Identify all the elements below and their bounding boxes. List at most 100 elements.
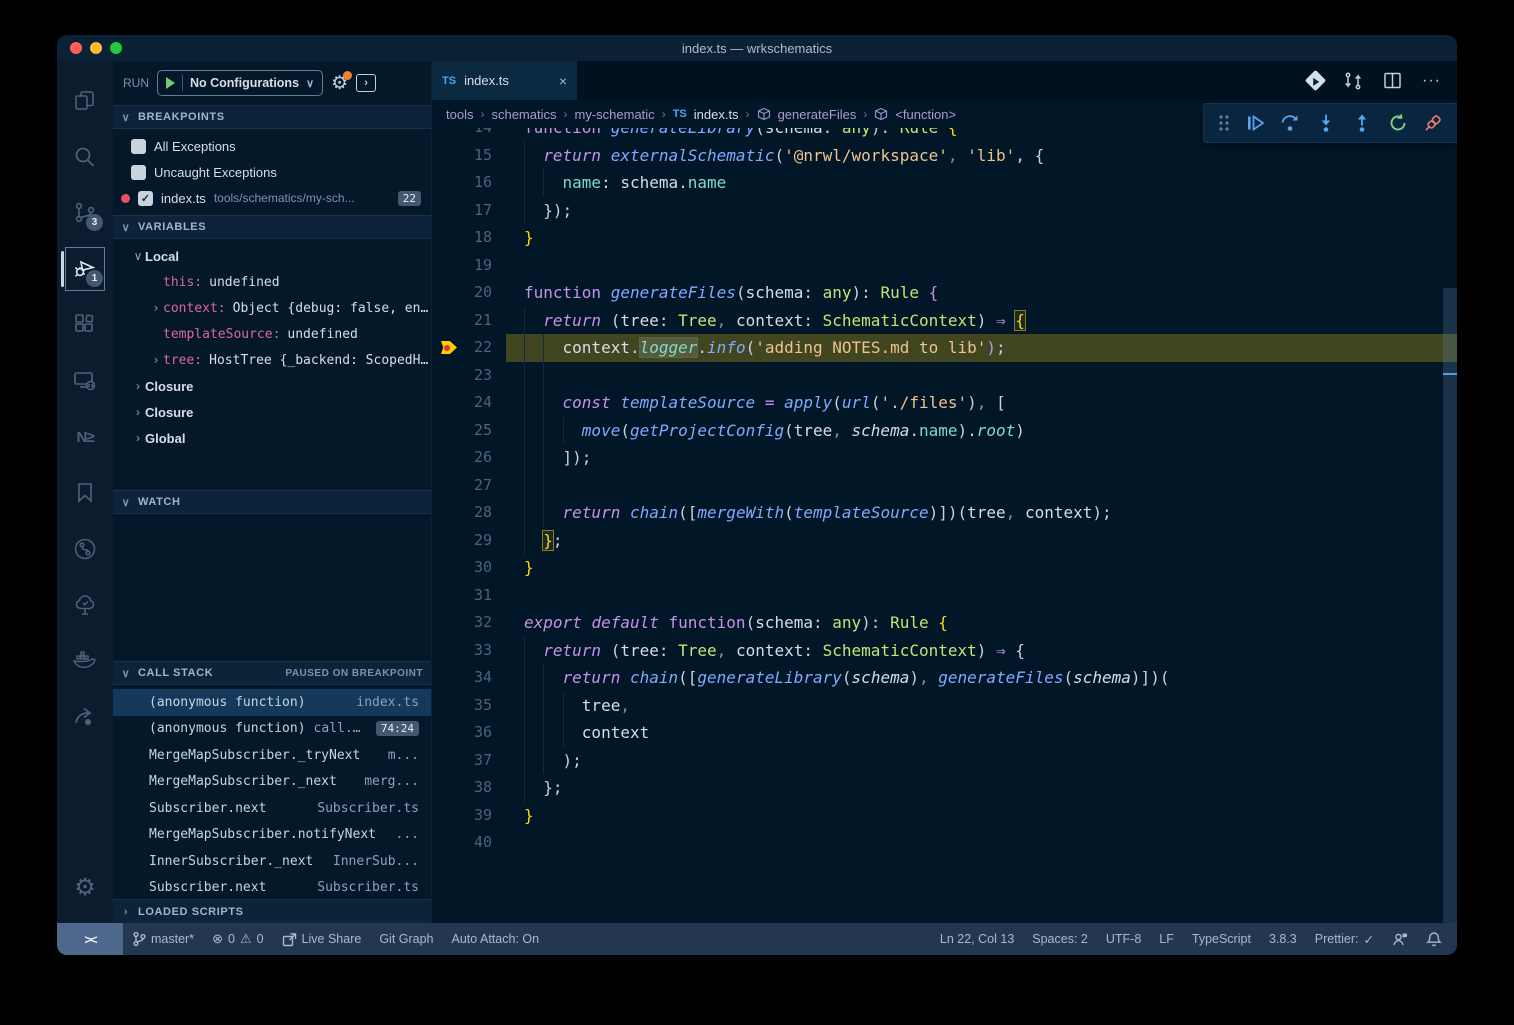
split-editor-icon[interactable] bbox=[1383, 71, 1402, 90]
gutter[interactable]: 16 bbox=[432, 169, 524, 197]
gutter[interactable]: 34 bbox=[432, 664, 524, 692]
code-line-24[interactable]: 24const templateSource = apply(url('./fi… bbox=[432, 389, 1457, 417]
gutter[interactable]: 36 bbox=[432, 719, 524, 747]
breadcrumb-item[interactable]: generateFiles bbox=[778, 107, 857, 122]
code-line-35[interactable]: 35tree, bbox=[432, 692, 1457, 720]
call-stack-section-header[interactable]: ∨ CALL STACK PAUSED ON BREAKPOINT bbox=[113, 661, 431, 685]
breakpoint-index-ts[interactable]: ✓ index.ts tools/schematics/my-sch... 22 bbox=[113, 185, 431, 211]
breadcrumb-item[interactable]: tools bbox=[446, 107, 473, 122]
stack-frame[interactable]: InnerSubscriber._next InnerSub... bbox=[113, 848, 431, 875]
notifications-bell-icon[interactable] bbox=[1417, 923, 1451, 955]
code-line-31[interactable]: 31 bbox=[432, 582, 1457, 610]
gutter[interactable]: 33 bbox=[432, 637, 524, 665]
variable-templateSource[interactable]: templateSource: undefined bbox=[113, 321, 431, 347]
code-line-23[interactable]: 23 bbox=[432, 362, 1457, 390]
stack-frame[interactable]: Subscriber.next Subscriber.ts bbox=[113, 795, 431, 822]
git-graph-icon[interactable] bbox=[61, 523, 109, 575]
code-line-19[interactable]: 19 bbox=[432, 252, 1457, 280]
code-line-30[interactable]: 30} bbox=[432, 554, 1457, 582]
loaded-scripts-section-header[interactable]: › LOADED SCRIPTS bbox=[113, 899, 431, 923]
code-line-21[interactable]: 21return (tree: Tree, context: Schematic… bbox=[432, 307, 1457, 335]
tab-index-ts[interactable]: TS index.ts × bbox=[432, 61, 577, 100]
indentation-status[interactable]: Spaces: 2 bbox=[1023, 923, 1097, 955]
code-line-40[interactable]: 40 bbox=[432, 829, 1457, 857]
watch-section-header[interactable]: ∨ WATCH bbox=[113, 490, 431, 514]
git-branch-status[interactable]: master* bbox=[123, 923, 203, 955]
chevron-right-icon[interactable]: › bbox=[149, 353, 163, 367]
gutter[interactable]: 31 bbox=[432, 582, 524, 610]
chevron-right-icon[interactable]: › bbox=[149, 301, 163, 315]
code-line-16[interactable]: 16name: schema.name bbox=[432, 169, 1457, 197]
start-debug-icon[interactable] bbox=[166, 77, 175, 89]
vertical-scrollbar[interactable] bbox=[1443, 288, 1457, 923]
code-editor[interactable]: 14function generateLibrary(schema: any):… bbox=[432, 128, 1457, 923]
language-mode-status[interactable]: TypeScript bbox=[1183, 923, 1260, 955]
remote-indicator[interactable]: >< bbox=[57, 923, 123, 955]
code-line-27[interactable]: 27 bbox=[432, 472, 1457, 500]
nx-console-icon[interactable]: N≥ bbox=[61, 411, 109, 463]
gutter[interactable]: 28 bbox=[432, 499, 524, 527]
debug-console-icon[interactable]: › bbox=[356, 74, 376, 92]
code-line-18[interactable]: 18} bbox=[432, 224, 1457, 252]
restart-icon[interactable] bbox=[1387, 112, 1409, 134]
gutter[interactable]: 39 bbox=[432, 802, 524, 830]
scope-global[interactable]: › Global bbox=[113, 425, 431, 451]
search-icon[interactable] bbox=[61, 131, 109, 183]
stack-frame[interactable]: (anonymous function) call.js 74:24 bbox=[113, 716, 431, 743]
gutter[interactable]: 23 bbox=[432, 362, 524, 390]
cursor-position-status[interactable]: Ln 22, Col 13 bbox=[931, 923, 1023, 955]
step-over-icon[interactable] bbox=[1279, 112, 1301, 134]
gutter[interactable]: 35 bbox=[432, 692, 524, 720]
gutter[interactable]: 26 bbox=[432, 444, 524, 472]
drag-handle[interactable] bbox=[1218, 114, 1230, 132]
bookmarks-icon[interactable] bbox=[61, 467, 109, 519]
code-line-38[interactable]: 38}; bbox=[432, 774, 1457, 802]
stack-frame[interactable]: Subscriber.next Subscriber.ts bbox=[113, 875, 431, 902]
run-debug-icon[interactable]: 1 bbox=[61, 243, 109, 295]
breadcrumb-item[interactable]: <function> bbox=[895, 107, 956, 122]
disconnect-icon[interactable] bbox=[1422, 112, 1444, 134]
gutter[interactable]: 27 bbox=[432, 472, 524, 500]
variable-tree[interactable]: › tree: HostTree {_backend: ScopedH… bbox=[113, 347, 431, 373]
breadcrumb-item[interactable]: index.ts bbox=[694, 107, 739, 122]
test-explorer-icon[interactable] bbox=[61, 579, 109, 631]
step-out-icon[interactable] bbox=[1351, 112, 1373, 134]
live-share-status[interactable]: Live Share bbox=[273, 923, 371, 955]
share-icon[interactable] bbox=[61, 691, 109, 743]
code-line-33[interactable]: 33return (tree: Tree, context: Schematic… bbox=[432, 637, 1457, 665]
code-line-25[interactable]: 25move(getProjectConfig(tree, schema.nam… bbox=[432, 417, 1457, 445]
code-line-34[interactable]: 34return chain([generateLibrary(schema),… bbox=[432, 664, 1457, 692]
scope-closure[interactable]: › Closure bbox=[113, 373, 431, 399]
feedback-icon[interactable] bbox=[1383, 923, 1417, 955]
continue-icon[interactable] bbox=[1244, 112, 1266, 134]
checkbox-checked[interactable]: ✓ bbox=[138, 191, 153, 206]
gutter[interactable]: 38 bbox=[432, 774, 524, 802]
gutter[interactable]: 22 bbox=[432, 334, 524, 362]
extensions-icon[interactable] bbox=[61, 299, 109, 351]
stack-frame[interactable]: MergeMapSubscriber.notifyNext ... bbox=[113, 822, 431, 849]
gutter[interactable]: 40 bbox=[432, 829, 524, 857]
code-line-39[interactable]: 39} bbox=[432, 802, 1457, 830]
problems-status[interactable]: ⊗ 0 ⚠ 0 bbox=[203, 923, 272, 955]
diamond-run-icon[interactable] bbox=[1305, 70, 1326, 91]
auto-attach-status[interactable]: Auto Attach: On bbox=[443, 923, 549, 955]
code-line-32[interactable]: 32export default function(schema: any): … bbox=[432, 609, 1457, 637]
variables-section-header[interactable]: ∨ VARIABLES bbox=[113, 215, 431, 239]
code-line-20[interactable]: 20function generateFiles(schema: any): R… bbox=[432, 279, 1457, 307]
breakpoints-section-header[interactable]: ∨ BREAKPOINTS bbox=[113, 105, 431, 129]
code-line-37[interactable]: 37); bbox=[432, 747, 1457, 775]
gutter[interactable]: 19 bbox=[432, 252, 524, 280]
breakpoint-uncaught-exceptions[interactable]: Uncaught Exceptions bbox=[113, 159, 431, 185]
encoding-status[interactable]: UTF-8 bbox=[1097, 923, 1150, 955]
compare-changes-icon[interactable] bbox=[1343, 71, 1363, 91]
code-line-22[interactable]: 22context.logger.info('adding NOTES.md t… bbox=[432, 334, 1457, 362]
checkbox-unchecked[interactable] bbox=[131, 139, 146, 154]
gutter[interactable]: 20 bbox=[432, 279, 524, 307]
variable-this[interactable]: this: undefined bbox=[113, 269, 431, 295]
close-tab-icon[interactable]: × bbox=[559, 73, 567, 89]
settings-gear-icon[interactable]: ⚙ bbox=[61, 861, 109, 913]
docker-icon[interactable] bbox=[61, 635, 109, 687]
gutter[interactable]: 15 bbox=[432, 142, 524, 170]
gutter[interactable]: 21 bbox=[432, 307, 524, 335]
gutter[interactable]: 24 bbox=[432, 389, 524, 417]
